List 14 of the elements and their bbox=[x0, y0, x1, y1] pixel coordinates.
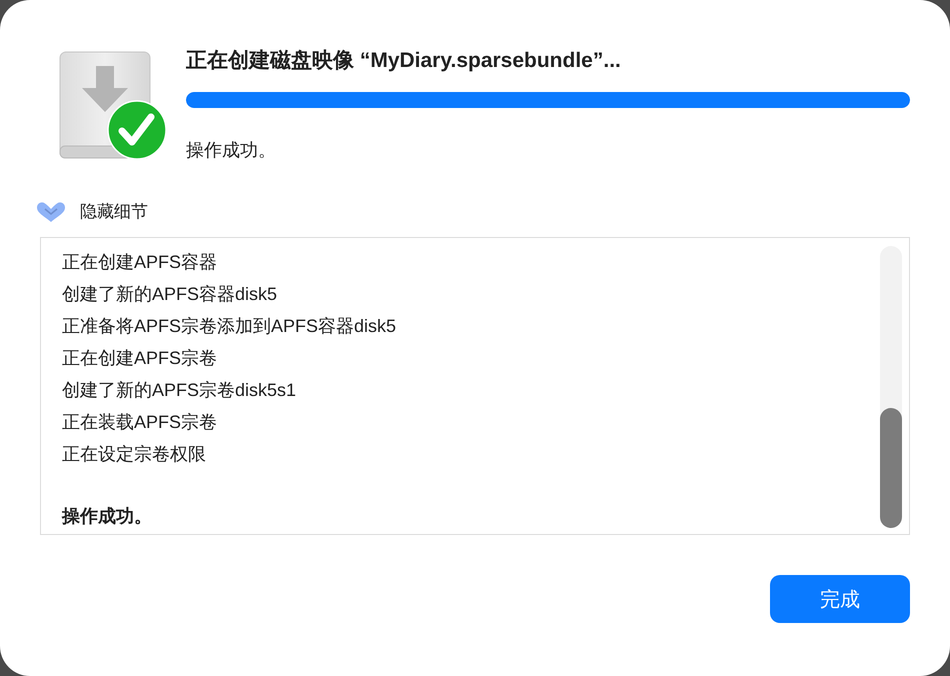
log-line: 正在创建APFS宗卷 bbox=[62, 347, 218, 370]
log-line: 正在装载APFS宗卷 bbox=[62, 411, 218, 434]
log-line: 操作成功。 bbox=[62, 505, 153, 528]
scrollbar[interactable] bbox=[880, 246, 902, 528]
log-line: 创建了新的APFS容器disk5 bbox=[62, 283, 278, 306]
log-line: 正在创建APFS容器 bbox=[62, 251, 218, 274]
log-line: 创建了新的APFS宗卷disk5s1 bbox=[62, 379, 298, 402]
chevron-icon bbox=[36, 200, 66, 222]
done-button[interactable]: 完成 bbox=[770, 575, 910, 623]
log-line: 正准备将APFS宗卷添加到APFS容器disk5 bbox=[62, 315, 398, 338]
status-text: 操作成功。 bbox=[186, 139, 277, 162]
details-toggle[interactable]: 隐藏细节 bbox=[36, 200, 148, 223]
log-line: 正在设定宗卷权限 bbox=[62, 443, 207, 466]
dialog-title: 正在创建磁盘映像 “MyDiary.sparsebundle”... bbox=[186, 48, 622, 74]
